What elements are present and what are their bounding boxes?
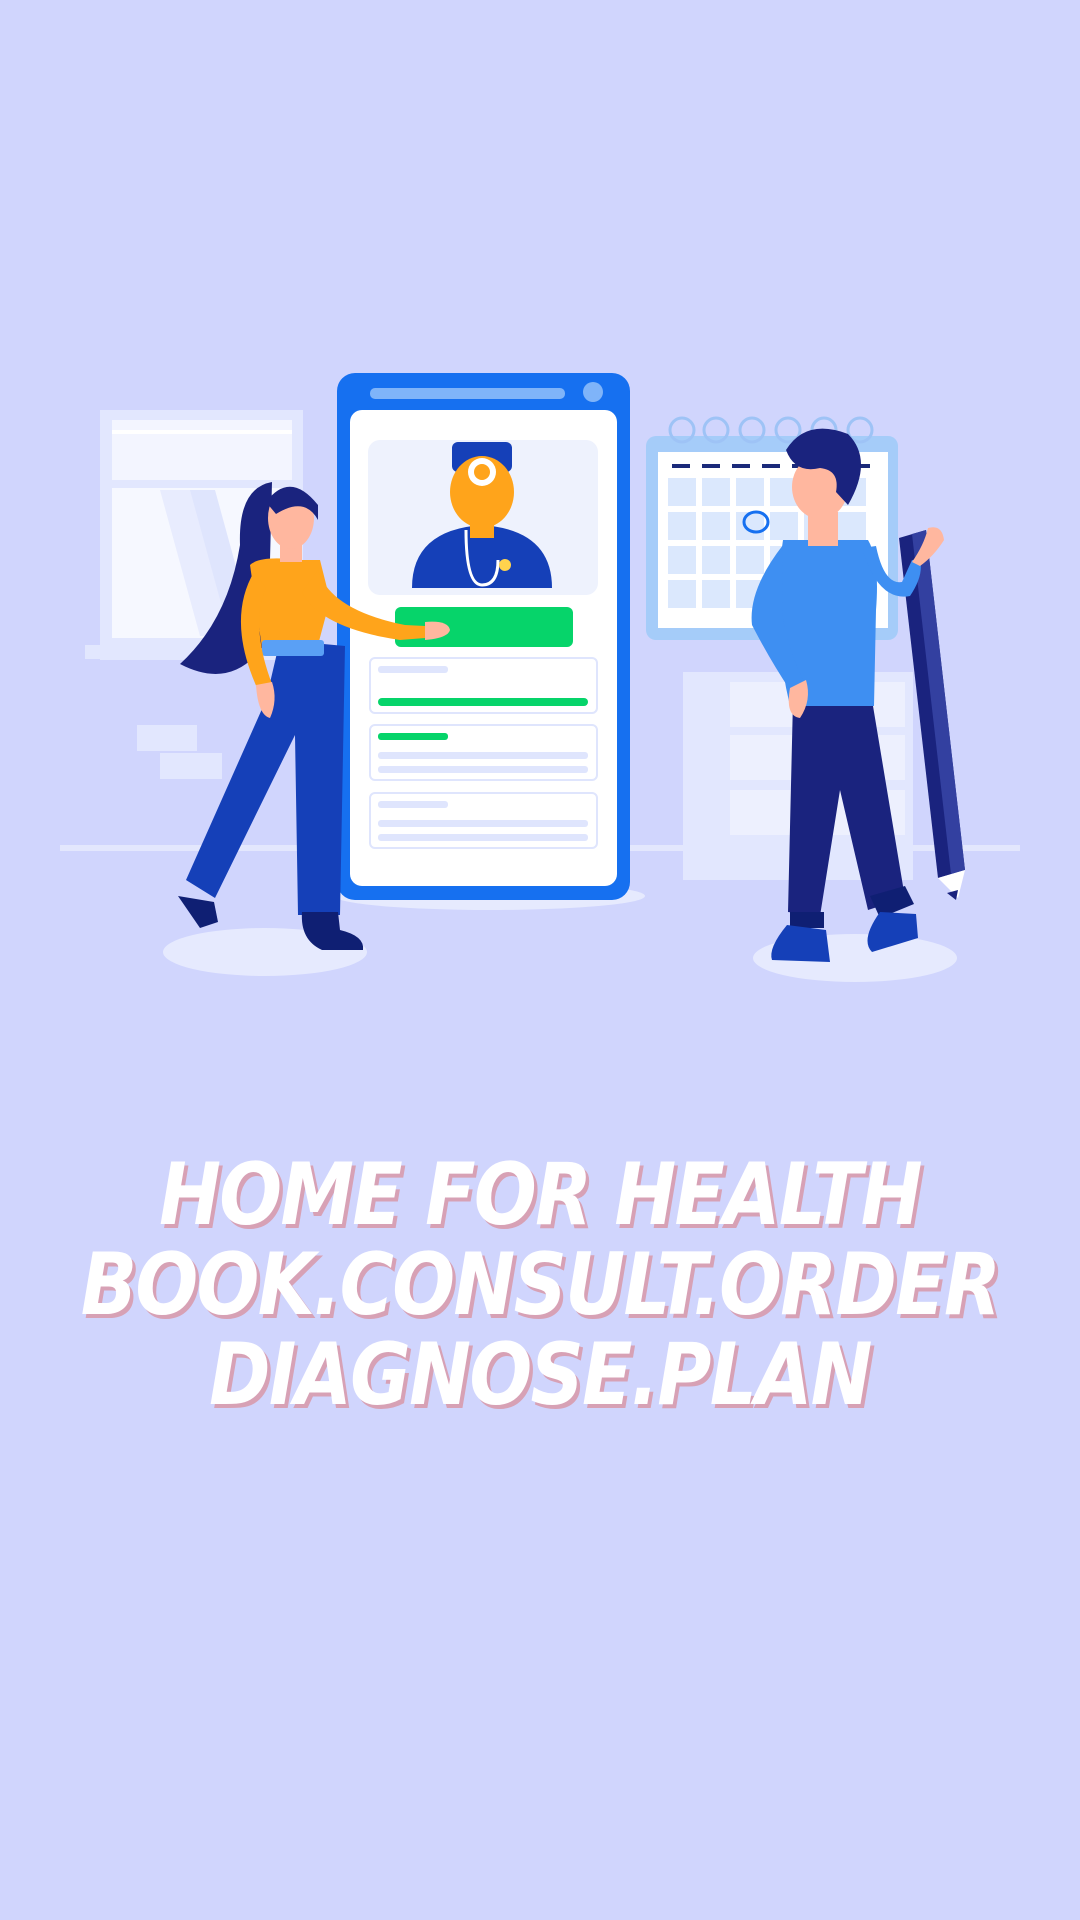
tagline: HOME FOR HEALTH BOOK.CONSULT.ORDER DIAGN… (76, 1150, 1005, 1420)
card-list (369, 657, 598, 849)
tagline-title: HOME FOR HEALTH (159, 1145, 923, 1245)
shelf-steps (137, 725, 222, 779)
splash-screen: HOME FOR HEALTH BOOK.CONSULT.ORDER DIAGN… (0, 0, 1080, 1920)
phone-mockup (335, 373, 645, 910)
telehealth-illustration (60, 373, 1020, 982)
tagline-services-continued: DIAGNOSE.PLAN (209, 1325, 872, 1425)
tagline-services: BOOK.CONSULT.ORDER (80, 1235, 1001, 1335)
